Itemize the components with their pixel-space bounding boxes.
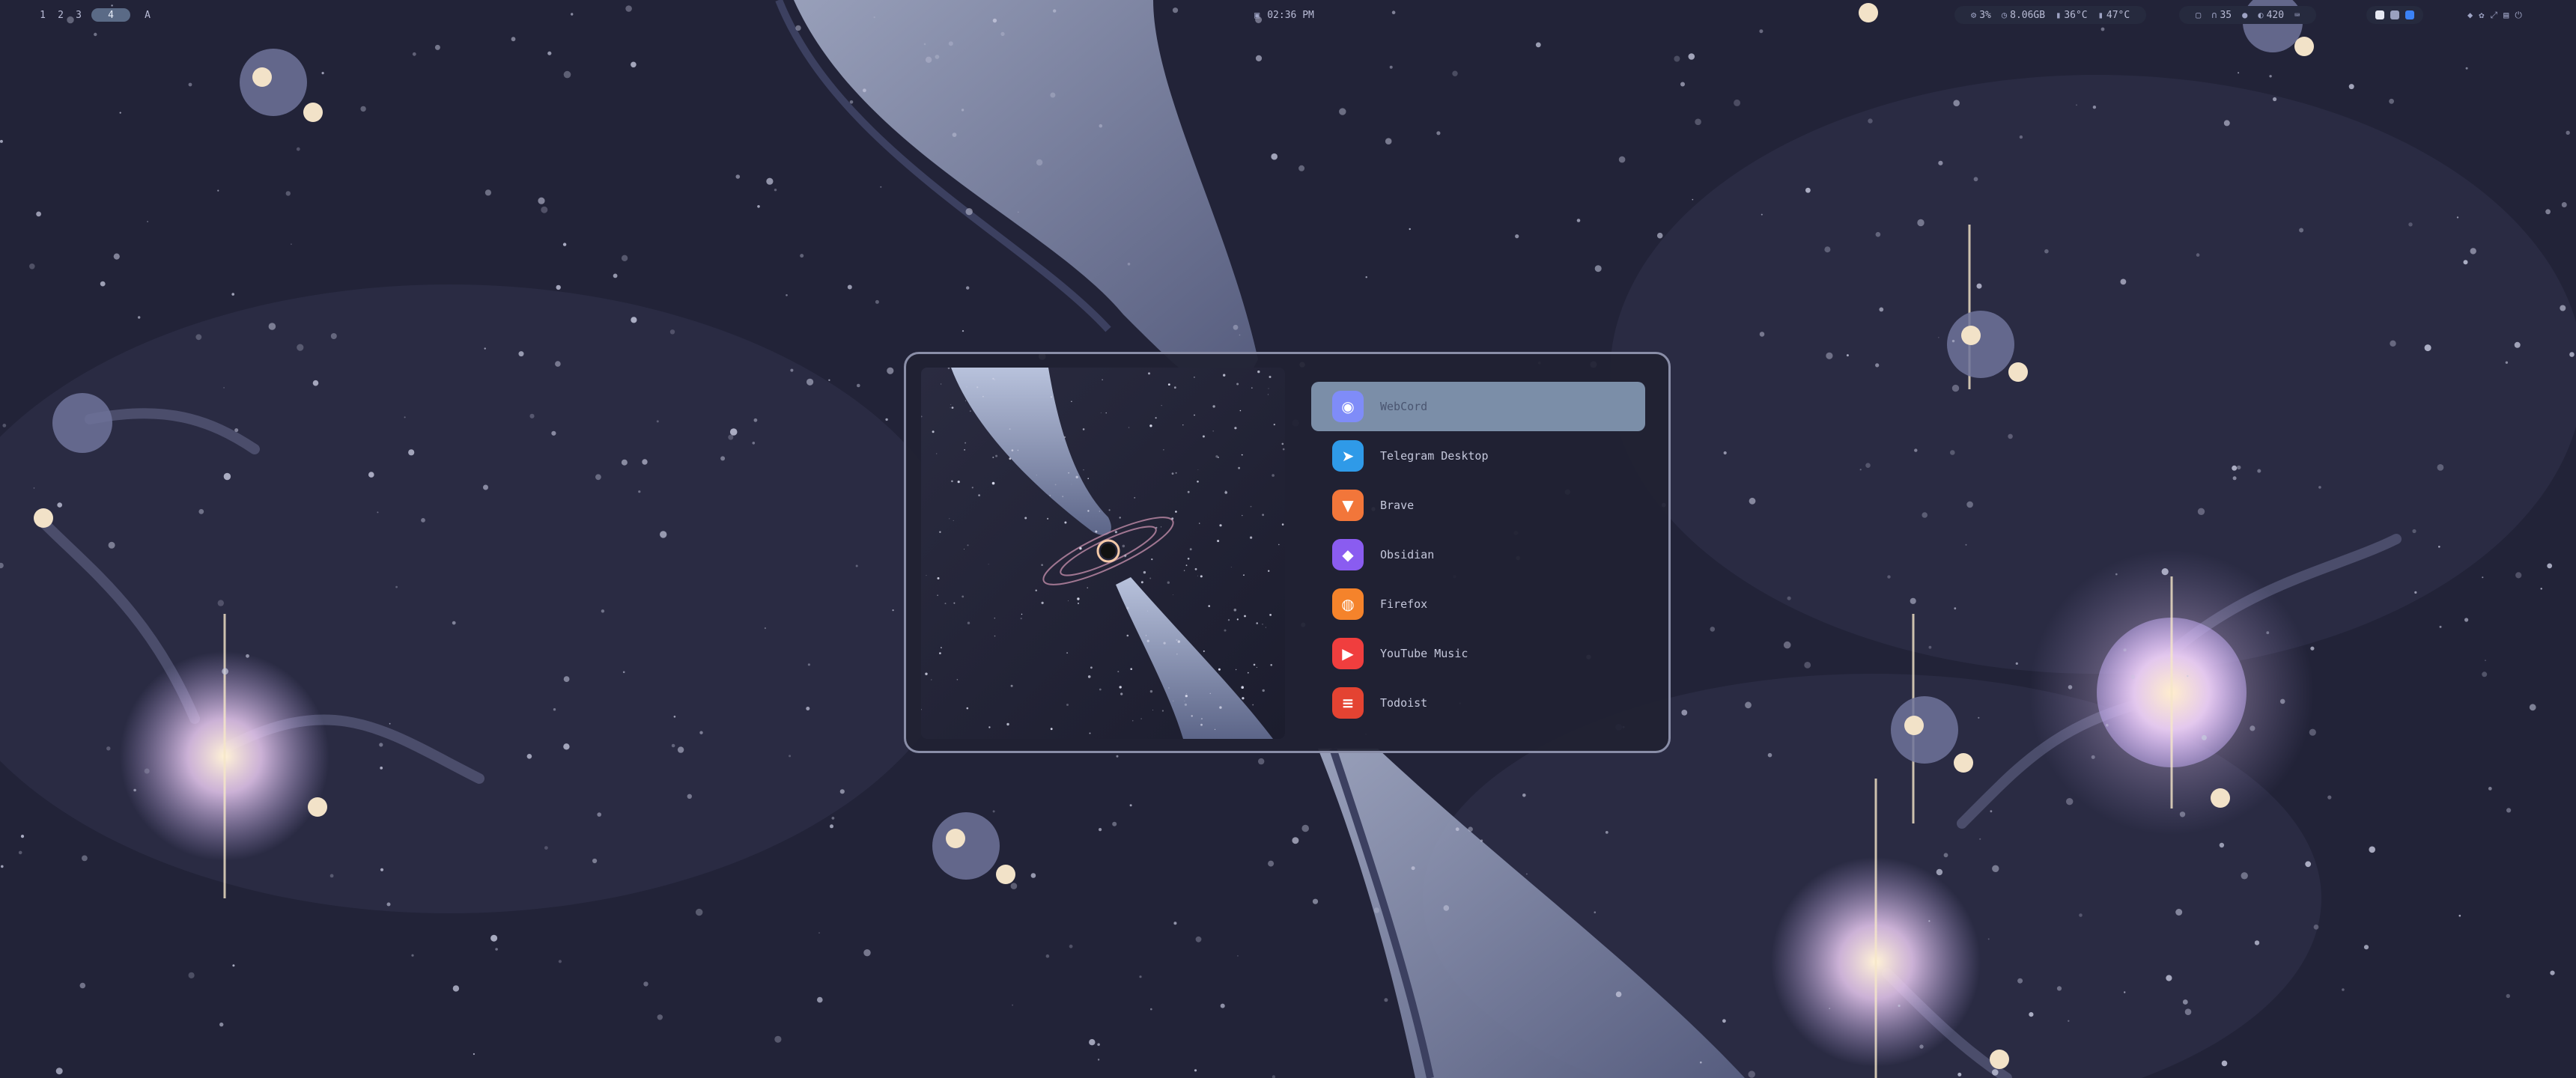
youtube-music-icon: ▶ [1332,638,1364,669]
arch-launcher-icon[interactable]: A [142,10,153,21]
thermometer-icon: ▮ [2056,10,2062,20]
discord-icon: ◉ [1332,391,1364,422]
workspace-switcher: 1 2 3 4 A [37,6,153,24]
bluetooth-tray-icon[interactable] [2405,10,2414,19]
temperature-2: 47°C [2106,9,2130,21]
workspace-1[interactable]: 1 [37,10,48,21]
brave-icon: ▼ [1332,490,1364,521]
obsidian-icon: ◆ [1332,539,1364,570]
app-item-obsidian[interactable]: ◆ Obsidian [1311,530,1645,579]
app-label: Brave [1380,499,1415,512]
telegram-icon: ➤ [1332,440,1364,472]
workspace-2[interactable]: 2 [55,10,66,21]
discord-tray-icon[interactable] [2375,10,2384,19]
thermometer-icon: ▮ [2097,10,2103,20]
workspace-3[interactable]: 3 [73,10,84,21]
todoist-icon: ≡ [1332,687,1364,719]
memory-usage: 8.06GB [2010,9,2046,21]
app-item-firefox[interactable]: ◍ Firefox [1311,579,1645,629]
app-item-telegram-desktop[interactable]: ➤ Telegram Desktop [1311,431,1645,481]
calendar-icon: ▣ [1254,10,1260,20]
app-item-youtube-music[interactable]: ▶ YouTube Music [1311,629,1645,678]
network-icon[interactable]: ⤢ [2490,10,2497,21]
app-label: YouTube Music [1380,647,1468,660]
app-label: Todoist [1380,696,1428,710]
media-controls: ▢ ∩ 35 ● ◐ 420 ⌨ [2179,6,2317,24]
clock-time: 02:36 PM [1267,9,1314,21]
app-label: Obsidian [1380,548,1435,561]
volume-level: 35 [2220,9,2232,21]
app-list: ◉ WebCord ➤ Telegram Desktop ▼ Brave ◆ Obsidian… [1311,382,1645,728]
temperature-1: 36°C [2064,9,2088,21]
app-item-brave[interactable]: ▼ Brave [1311,481,1645,530]
brightness-level: 420 [2266,9,2285,21]
brightness-icon[interactable]: ◐ [2258,10,2263,20]
clipboard-icon[interactable]: ▤ [2503,10,2509,20]
app-launcher: ◉ WebCord ➤ Telegram Desktop ▼ Brave ◆ Obsidian… [904,352,1671,753]
app-item-webcord[interactable]: ◉ WebCord [1311,382,1645,431]
memory-icon: ◷ [2001,10,2008,20]
power-icon[interactable]: ⏻ [2515,10,2522,21]
app-label: Firefox [1380,597,1428,611]
workspace-4-active[interactable]: 4 [91,8,130,22]
tray-apps [2366,6,2423,24]
settings-icon[interactable]: ✿ [2479,10,2484,20]
cpu-usage: 3% [1979,9,1991,21]
headphones-icon[interactable]: ∩ [2211,10,2217,20]
clock-widget[interactable]: ▣ 02:36 PM [1254,6,1314,24]
launcher-preview-image [921,368,1285,739]
notification-icon[interactable]: ◆ [2467,10,2473,20]
app-label: Telegram Desktop [1380,449,1489,463]
monitor-tray-icon[interactable] [2390,10,2399,19]
cpu-icon: ⚙ [1971,10,1977,20]
status-icons: ◆ ✿ ⤢ ▤ ⏻ [2467,6,2522,24]
firefox-icon: ◍ [1332,588,1364,620]
microphone-icon[interactable]: ● [2242,10,2247,20]
system-stats: ⚙ 3% ◷ 8.06GB ▮ 36°C ▮ 47°C [1954,6,2147,24]
keyboard-icon[interactable]: ⌨ [2294,10,2300,20]
app-item-todoist[interactable]: ≡ Todoist [1311,678,1645,728]
app-label: WebCord [1380,400,1428,413]
screen-icon[interactable]: ▢ [2196,10,2201,20]
